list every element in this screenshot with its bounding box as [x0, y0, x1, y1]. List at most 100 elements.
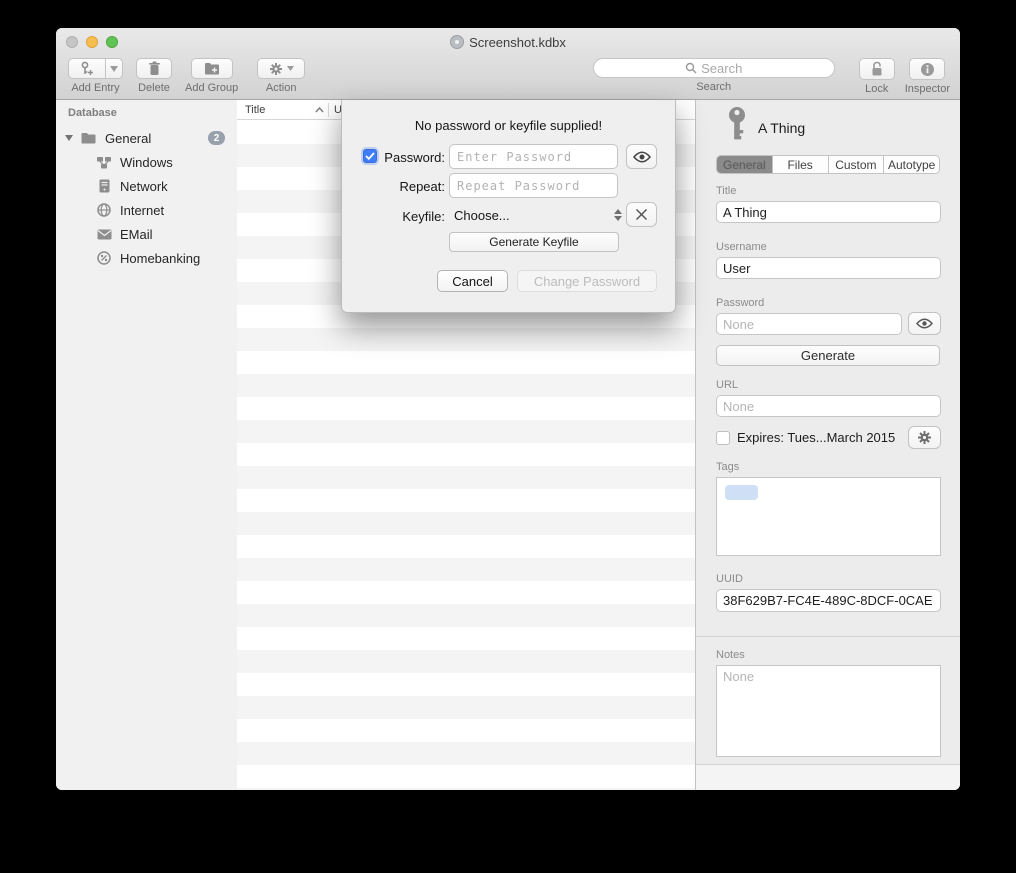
reveal-password-button[interactable]	[908, 312, 941, 335]
popup-stepper-icon	[614, 209, 624, 221]
disclosure-triangle-icon[interactable]	[65, 135, 73, 141]
globe-icon	[96, 202, 112, 218]
titlebar: Screenshot.kdbx	[56, 28, 960, 56]
add-entry-dropdown-button[interactable]	[106, 58, 123, 79]
add-group-button[interactable]	[191, 58, 233, 79]
password-input[interactable]	[716, 313, 902, 335]
sidebar-item-label: Windows	[120, 155, 173, 170]
eye-icon	[916, 318, 933, 329]
app-window: Screenshot.kdbx	[56, 28, 960, 790]
action-label: Action	[266, 82, 297, 94]
change-password-button[interactable]: Change Password	[517, 270, 657, 292]
tab-general[interactable]: General	[717, 156, 773, 173]
trash-icon	[148, 61, 161, 76]
search-placeholder: Search	[701, 61, 742, 76]
sidebar-item-email[interactable]: EMail	[56, 222, 237, 246]
lock-label: Lock	[865, 83, 888, 95]
tab-files[interactable]: Files	[773, 156, 829, 173]
tags-field-label: Tags	[716, 461, 739, 473]
inspector-button[interactable]	[909, 58, 945, 80]
tags-box[interactable]	[716, 477, 941, 556]
inspector-panel: A Thing General Files Custom Autotype Ti…	[695, 100, 960, 790]
dialog-password-label: Password:	[349, 150, 445, 165]
document-icon	[450, 35, 464, 49]
delete-button[interactable]	[136, 58, 172, 79]
sidebar-item-label: Internet	[120, 203, 164, 218]
notes-field-label: Notes	[716, 649, 745, 661]
title-input[interactable]	[716, 201, 941, 223]
sidebar-item-windows[interactable]: Windows	[56, 150, 237, 174]
generate-password-button[interactable]: Generate	[716, 345, 940, 366]
add-entry-label: Add Entry	[71, 82, 119, 94]
notes-textarea[interactable]	[716, 665, 941, 757]
add-entry-button[interactable]	[68, 58, 106, 79]
search-icon	[685, 62, 697, 74]
sidebar-item-label: General	[105, 131, 151, 146]
url-field-label: URL	[716, 379, 738, 391]
dialog-password-input[interactable]	[449, 144, 618, 169]
tab-autotype[interactable]: Autotype	[884, 156, 939, 173]
generate-keyfile-button[interactable]: Generate Keyfile	[449, 232, 619, 252]
eye-icon	[633, 151, 651, 163]
inspector-tabs: General Files Custom Autotype	[716, 155, 940, 174]
dialog-message: No password or keyfile supplied!	[342, 118, 675, 133]
sidebar-item-label: Network	[120, 179, 168, 194]
keyfile-selected-value: Choose...	[446, 208, 510, 223]
sidebar-header: Database	[68, 107, 117, 119]
column-header-username[interactable]: U	[329, 104, 342, 116]
action-button[interactable]	[257, 58, 305, 79]
lock-button[interactable]	[859, 58, 895, 80]
username-field-label: Username	[716, 241, 767, 253]
username-input[interactable]	[716, 257, 941, 279]
gear-icon	[917, 430, 932, 445]
cancel-button[interactable]: Cancel	[437, 270, 508, 292]
folder-plus-icon	[204, 62, 220, 75]
dialog-repeat-input[interactable]	[449, 173, 618, 198]
window-chrome: Screenshot.kdbx	[56, 28, 960, 100]
dialog-reveal-password-button[interactable]	[626, 144, 657, 169]
uuid-field-label: UUID	[716, 573, 743, 585]
uuid-input[interactable]	[716, 589, 941, 612]
entry-title: A Thing	[758, 120, 805, 136]
expires-row: Expires: Tues...March 2015	[716, 430, 895, 445]
change-password-dialog: No password or keyfile supplied! Passwor…	[341, 100, 676, 313]
title-field-label: Title	[716, 185, 736, 197]
sidebar: Database General 2	[56, 100, 237, 790]
clear-keyfile-button[interactable]	[626, 202, 657, 227]
sidebar-item-general[interactable]: General 2	[56, 126, 237, 150]
search-input[interactable]: Search	[593, 58, 835, 78]
search-label: Search	[696, 81, 731, 93]
unlocked-padlock-icon	[870, 61, 884, 77]
tag-pill[interactable]	[725, 485, 758, 500]
server-icon	[96, 178, 112, 194]
sidebar-item-network[interactable]: Network	[56, 174, 237, 198]
tab-custom[interactable]: Custom	[829, 156, 885, 173]
entry-count-badge: 2	[208, 131, 225, 145]
divider	[696, 636, 960, 637]
chevron-down-icon	[287, 66, 294, 71]
password-field-label: Password	[716, 297, 764, 309]
desktop-background: Screenshot.kdbx	[0, 0, 1016, 873]
delete-label: Delete	[138, 82, 170, 94]
column-header-title[interactable]: Title	[237, 104, 328, 116]
keyfile-popup-button[interactable]: Choose...	[446, 204, 624, 226]
sidebar-item-homebanking[interactable]: Homebanking	[56, 246, 237, 270]
sidebar-item-label: EMail	[120, 227, 153, 242]
windows-network-icon	[96, 154, 112, 170]
sidebar-item-label: Homebanking	[120, 251, 200, 266]
sidebar-item-internet[interactable]: Internet	[56, 198, 237, 222]
info-icon	[920, 62, 935, 77]
folder-icon	[80, 130, 96, 146]
expires-checkbox[interactable]	[716, 431, 730, 445]
expires-settings-button[interactable]	[908, 426, 941, 449]
key-plus-icon	[79, 61, 95, 76]
chevron-down-icon	[110, 66, 118, 72]
window-title: Screenshot.kdbx	[469, 35, 566, 50]
percent-circle-icon	[96, 250, 112, 266]
close-icon	[635, 208, 648, 221]
key-icon	[726, 106, 748, 142]
add-group-label: Add Group	[185, 82, 238, 94]
url-input[interactable]	[716, 395, 941, 417]
gear-icon	[269, 62, 283, 76]
inspector-footer	[696, 765, 960, 790]
